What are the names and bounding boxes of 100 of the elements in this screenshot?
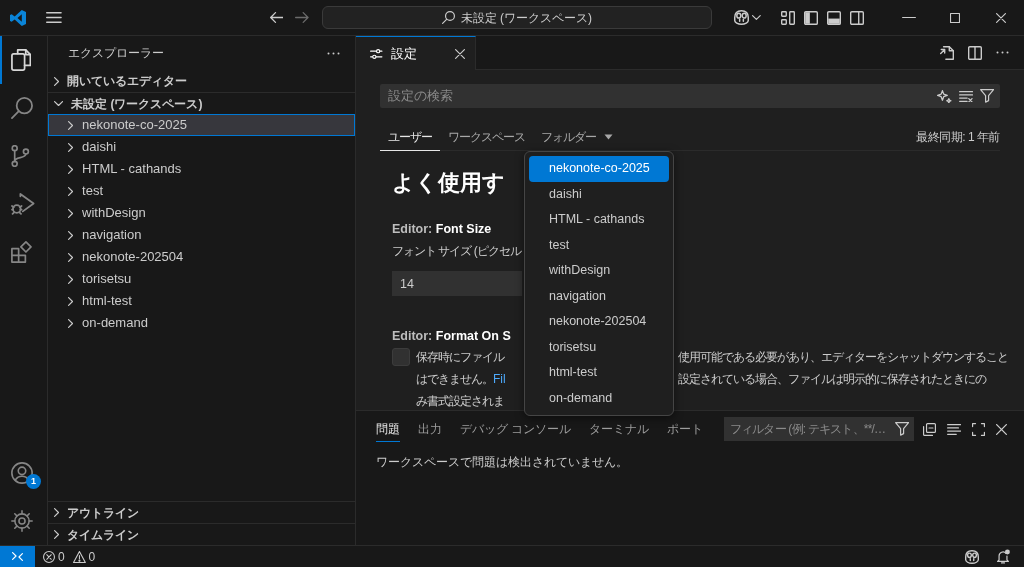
search-icon[interactable] — [11, 97, 33, 119]
settings-search-field[interactable]: 設定の検索 — [380, 84, 1000, 108]
chevron-right-icon[interactable] — [68, 274, 74, 284]
font-size-input[interactable]: 14 — [392, 271, 522, 296]
collapse-all-icon[interactable] — [922, 422, 936, 436]
folder-option[interactable]: on-demand — [529, 385, 669, 411]
chevron-right-icon[interactable] — [68, 186, 74, 196]
search-icon — [442, 11, 456, 24]
settings-icon[interactable] — [11, 510, 33, 532]
chevron-right-icon[interactable] — [68, 142, 74, 152]
robot-face-icon[interactable] — [734, 10, 750, 25]
setting-description: フォント サイズ (ピクセル — [392, 243, 521, 260]
menu-icon[interactable] — [46, 12, 62, 23]
chevron-down-icon[interactable] — [752, 15, 761, 20]
folder-option[interactable]: daishi — [529, 181, 669, 207]
close-icon[interactable] — [996, 12, 1006, 23]
branch-icon[interactable] — [11, 145, 30, 167]
panel-tab[interactable]: ポート — [667, 416, 704, 442]
folder-option[interactable]: nekonote-co-2025 — [529, 156, 669, 182]
close-icon[interactable] — [455, 48, 465, 59]
folder-tree-item[interactable]: nekonote-202504 — [48, 246, 355, 268]
folder-option[interactable]: test — [529, 232, 669, 258]
chevron-right-icon[interactable] — [68, 120, 74, 130]
filter-icon[interactable] — [979, 89, 994, 103]
chevron-right-icon[interactable] — [68, 230, 74, 240]
folder-option[interactable]: torisetsu — [529, 334, 669, 360]
clear-filter-icon[interactable] — [958, 90, 973, 102]
chevron-right-icon[interactable] — [54, 530, 60, 539]
folder-tree-item[interactable]: nekonote-co-2025 — [48, 114, 355, 136]
minimize-icon[interactable] — [902, 16, 916, 19]
back-arrow-icon[interactable] — [269, 12, 284, 23]
folder-option[interactable]: html-test — [529, 360, 669, 386]
toggle-secondary-sidebar-icon[interactable] — [849, 10, 864, 25]
folder-tree-item[interactable]: test — [48, 180, 355, 202]
app-logo-icon — [10, 9, 26, 26]
close-icon[interactable] — [996, 423, 1007, 435]
setting-title: Editor: Font Size — [392, 221, 492, 238]
more-icon[interactable] — [996, 51, 1009, 54]
scope-tab[interactable]: ワークスペース — [440, 124, 533, 151]
bell-icon[interactable] — [997, 549, 1010, 564]
setting-link[interactable]: Fil — [493, 372, 506, 386]
maximize-panel-icon[interactable] — [972, 422, 985, 436]
filter-icon[interactable] — [894, 422, 909, 436]
sidebar-title: エクスプローラー — [68, 45, 164, 62]
folder-tree-item[interactable]: html-test — [48, 290, 355, 312]
panel-tab[interactable]: 問題 — [376, 416, 400, 442]
chevron-right-icon[interactable] — [68, 208, 74, 218]
section-header[interactable]: タイムライン — [48, 523, 355, 545]
account-icon[interactable] — [11, 462, 33, 484]
warning-count[interactable]: 0 — [88, 547, 96, 566]
chevron-right-icon[interactable] — [68, 318, 74, 328]
play-bug-icon[interactable] — [11, 193, 35, 215]
folder-tree-item[interactable]: daishi — [48, 136, 355, 158]
folder-tree-item[interactable]: withDesign — [48, 202, 355, 224]
folder-option[interactable]: navigation — [529, 283, 669, 309]
robot-face-icon[interactable] — [965, 549, 979, 564]
split-editor-icon[interactable] — [968, 45, 982, 60]
panel-tab[interactable]: デバッグ コンソール — [460, 416, 572, 442]
problems-filter-field[interactable]: フィルター (例: テキスト、**/… — [723, 417, 914, 441]
section-heading: よく使用す — [392, 169, 505, 197]
toggle-primary-sidebar-icon[interactable] — [803, 10, 818, 25]
chevron-right-icon[interactable] — [54, 76, 60, 86]
chevron-down-icon[interactable] — [54, 100, 64, 107]
warning-icon[interactable] — [72, 550, 86, 563]
chevron-right-icon[interactable] — [68, 252, 74, 262]
caret-icon[interactable] — [604, 134, 613, 140]
error-icon[interactable] — [43, 550, 55, 563]
folder-option[interactable]: nekonote-202504 — [529, 309, 669, 335]
section-header[interactable]: 開いているエディター — [48, 70, 355, 92]
chevron-right-icon[interactable] — [68, 164, 74, 174]
blocks-icon[interactable] — [11, 241, 32, 263]
sparkle-icon[interactable] — [937, 89, 952, 103]
section-header[interactable]: アウトライン — [48, 501, 355, 523]
remote-button[interactable] — [0, 546, 35, 567]
folder-option[interactable]: HTML - cathands — [529, 207, 669, 233]
folder-tree-item[interactable]: torisetsu — [48, 268, 355, 290]
chevron-right-icon[interactable] — [54, 508, 60, 517]
scope-tab[interactable]: ユーザー — [380, 124, 440, 151]
list-icon[interactable] — [946, 423, 961, 435]
command-center-search[interactable]: 未設定 (ワークスペース) — [322, 6, 713, 29]
folder-option[interactable]: withDesign — [529, 258, 669, 284]
maximize-icon[interactable] — [950, 12, 960, 23]
open-file-icon[interactable] — [940, 45, 954, 60]
error-count[interactable]: 0 — [58, 547, 65, 566]
editor-tab[interactable]: 設定 — [356, 36, 476, 70]
setting-description: み書式設定されま — [416, 394, 504, 408]
toggle-panel-icon[interactable] — [826, 10, 841, 25]
more-icon[interactable] — [327, 51, 340, 55]
checkbox[interactable] — [392, 348, 410, 366]
panel-tab[interactable]: 出力 — [418, 416, 442, 442]
setting-description: 設定されている場合、ファイルは明示的に保存されたときにの — [678, 371, 986, 388]
forward-arrow-icon[interactable] — [295, 12, 310, 23]
customize-layout-icon[interactable] — [780, 10, 795, 25]
chevron-right-icon[interactable] — [68, 296, 74, 306]
folder-tree-item[interactable]: on-demand — [48, 312, 355, 334]
folder-tree-item[interactable]: HTML - cathands — [48, 158, 355, 180]
folder-tree-item[interactable]: navigation — [48, 224, 355, 246]
panel-tab[interactable]: ターミナル — [589, 416, 650, 442]
files-icon[interactable] — [11, 49, 32, 71]
scope-tab[interactable]: フォルダー — [533, 124, 621, 151]
